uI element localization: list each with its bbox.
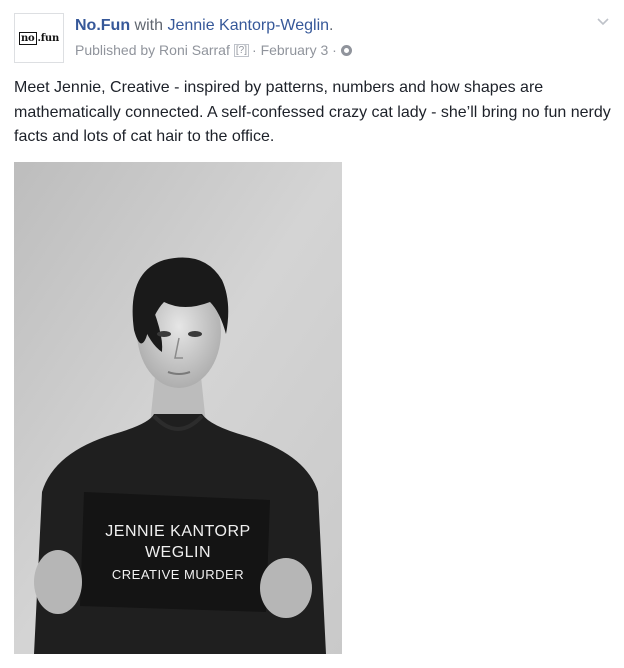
help-icon[interactable]: [?] [233, 43, 249, 57]
globe-icon[interactable] [340, 44, 352, 56]
post-header: No.Fun with Jennie Kantorp-Weglin. [75, 16, 333, 36]
sign-role-line: CREATIVE MURDER [111, 567, 245, 582]
with-label: with [134, 17, 163, 34]
post-body-text: Meet Jennie, Creative - inspired by patt… [14, 79, 611, 145]
chevron-down-icon[interactable] [596, 14, 610, 28]
post-date[interactable]: February 3 [261, 41, 329, 59]
facebook-post: no .fun No.Fun with Jennie Kantorp-Weglin… [0, 0, 624, 668]
meta-separator: · [332, 42, 337, 58]
sign-name-line2: WEGLIN [144, 544, 212, 561]
meta-separator: · [252, 42, 257, 58]
post-photo[interactable]: JENNIE KANTORP WEGLIN CREATIVE MURDER [14, 162, 342, 654]
published-by-label[interactable]: Published by Roni Sarraf [75, 41, 230, 59]
header-period: . [329, 17, 334, 34]
post-meta: Published by Roni Sarraf [?] · February … [75, 41, 352, 59]
page-name-link[interactable]: No.Fun [75, 17, 130, 34]
sign-name-line1: JENNIE KANTORP [105, 523, 251, 540]
tagged-person-link[interactable]: Jennie Kantorp-Weglin [167, 17, 329, 34]
nofun-logo: no .fun [18, 31, 60, 45]
page-avatar[interactable]: no .fun [14, 13, 64, 63]
